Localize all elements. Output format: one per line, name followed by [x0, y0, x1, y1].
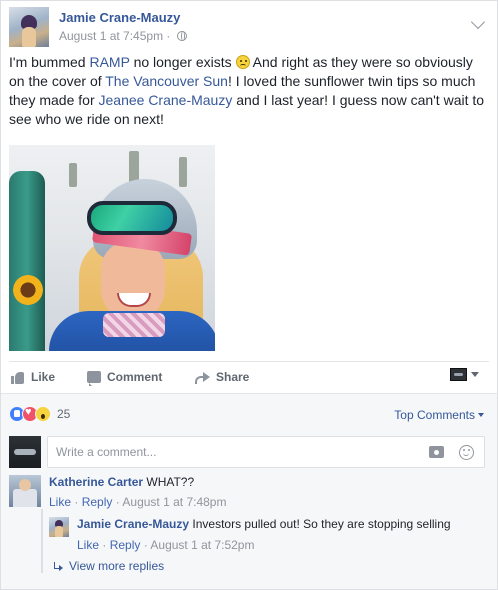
commenter-name[interactable]: Katherine Carter	[49, 475, 143, 489]
comment-button[interactable]: Comment	[87, 370, 163, 386]
thumbs-up-icon	[11, 371, 25, 384]
post-options-chevron-icon[interactable]	[470, 14, 486, 30]
emoji-smile-icon[interactable]	[459, 445, 474, 460]
link-ramp[interactable]: RAMP	[89, 54, 129, 70]
comment-placeholder: Write a comment...	[56, 445, 157, 459]
post-card: Jamie Crane-Mauzy August 1 at 7:45pm · I…	[0, 0, 498, 590]
dot-separator: ·	[102, 538, 107, 552]
react-as-selector[interactable]	[450, 368, 479, 381]
replier-avatar[interactable]	[49, 517, 69, 537]
comment-body: Katherine Carter WHAT??	[49, 475, 194, 489]
reply-arrow-icon	[53, 561, 63, 571]
post-timestamp[interactable]: August 1 at 7:45pm	[59, 29, 163, 43]
post-author-name[interactable]: Jamie Crane-Mauzy	[59, 10, 180, 25]
post-actions-bar: Like Comment Share	[9, 365, 489, 389]
share-label: Share	[216, 370, 250, 384]
comment-actions: Like · Reply · August 1 at 7:48pm	[49, 495, 226, 509]
reply-item: Jamie Crane-Mauzy Investors pulled out! …	[49, 517, 489, 557]
comment-label: Comment	[107, 370, 163, 384]
author-avatar[interactable]	[9, 7, 49, 47]
photo-goggles	[87, 201, 177, 235]
frown-emoji-icon	[235, 55, 250, 69]
like-label: Like	[31, 370, 56, 384]
post-photo[interactable]	[9, 145, 215, 351]
post-meta: August 1 at 7:45pm ·	[59, 29, 187, 43]
dot-separator: ·	[74, 495, 79, 509]
comment-input[interactable]: Write a comment...	[47, 436, 485, 468]
link-vancouver-sun[interactable]: The Vancouver Sun	[105, 73, 228, 89]
sort-label: Top Comments	[394, 408, 475, 422]
post-header: Jamie Crane-Mauzy August 1 at 7:45pm ·	[9, 7, 489, 47]
actions-divider	[9, 361, 489, 362]
photo-sunflower	[13, 275, 43, 305]
meta-separator: ·	[166, 29, 171, 43]
photo-neck-gaiter	[103, 313, 165, 337]
caret-down-icon	[471, 372, 479, 377]
reply-body: Jamie Crane-Mauzy Investors pulled out! …	[77, 517, 451, 531]
post-text-segment: I'm bummed	[9, 54, 90, 70]
post-text: I'm bummed RAMP no longer exists And rig…	[9, 53, 491, 129]
reaction-count: 25	[57, 407, 71, 421]
camera-icon[interactable]	[429, 446, 444, 458]
reactions-summary[interactable]: 25	[9, 406, 70, 422]
link-jeanee-crane-mauzy[interactable]: Jeanee Crane-Mauzy	[99, 92, 233, 108]
reply-timestamp[interactable]: August 1 at 7:52pm	[150, 538, 254, 552]
caret-down-icon	[478, 413, 484, 417]
comment-text: WHAT??	[146, 475, 195, 489]
comment-timestamp[interactable]: August 1 at 7:48pm	[122, 495, 226, 509]
reply-thread-line	[41, 509, 43, 573]
replier-name[interactable]: Jamie Crane-Mauzy	[77, 517, 189, 531]
comment-item: Katherine Carter WHAT?? Like · Reply · A…	[9, 475, 489, 515]
photo-face	[101, 241, 165, 321]
reply-like-link[interactable]: Like	[77, 538, 99, 552]
post-text-segment: no longer exists	[129, 54, 236, 70]
commenter-avatar[interactable]	[9, 475, 41, 507]
top-comments-sort[interactable]: Top Comments	[394, 408, 484, 422]
share-button[interactable]: Share	[195, 370, 249, 384]
photo-ski	[9, 171, 45, 351]
reply-reply-link[interactable]: Reply	[110, 538, 141, 552]
dot-separator: ·	[115, 495, 120, 509]
comment-reply-link[interactable]: Reply	[82, 495, 113, 509]
view-more-label: View more replies	[69, 559, 165, 573]
photo-tree	[69, 163, 77, 187]
reply-actions: Like · Reply · August 1 at 7:52pm	[77, 538, 254, 552]
wow-reaction-icon	[35, 406, 51, 422]
photo-tree	[179, 157, 187, 187]
share-arrow-icon	[195, 371, 210, 384]
view-more-replies-link[interactable]: View more replies	[53, 559, 164, 573]
page-thumbnail-icon	[450, 368, 467, 381]
comment-bubble-icon	[87, 371, 101, 386]
composer-avatar	[9, 436, 41, 468]
public-globe-icon[interactable]	[176, 31, 187, 41]
reply-text: Investors pulled out! So they are stoppi…	[192, 517, 451, 531]
like-button[interactable]: Like	[11, 370, 55, 384]
comment-like-link[interactable]: Like	[49, 495, 71, 509]
dot-separator: ·	[143, 538, 148, 552]
